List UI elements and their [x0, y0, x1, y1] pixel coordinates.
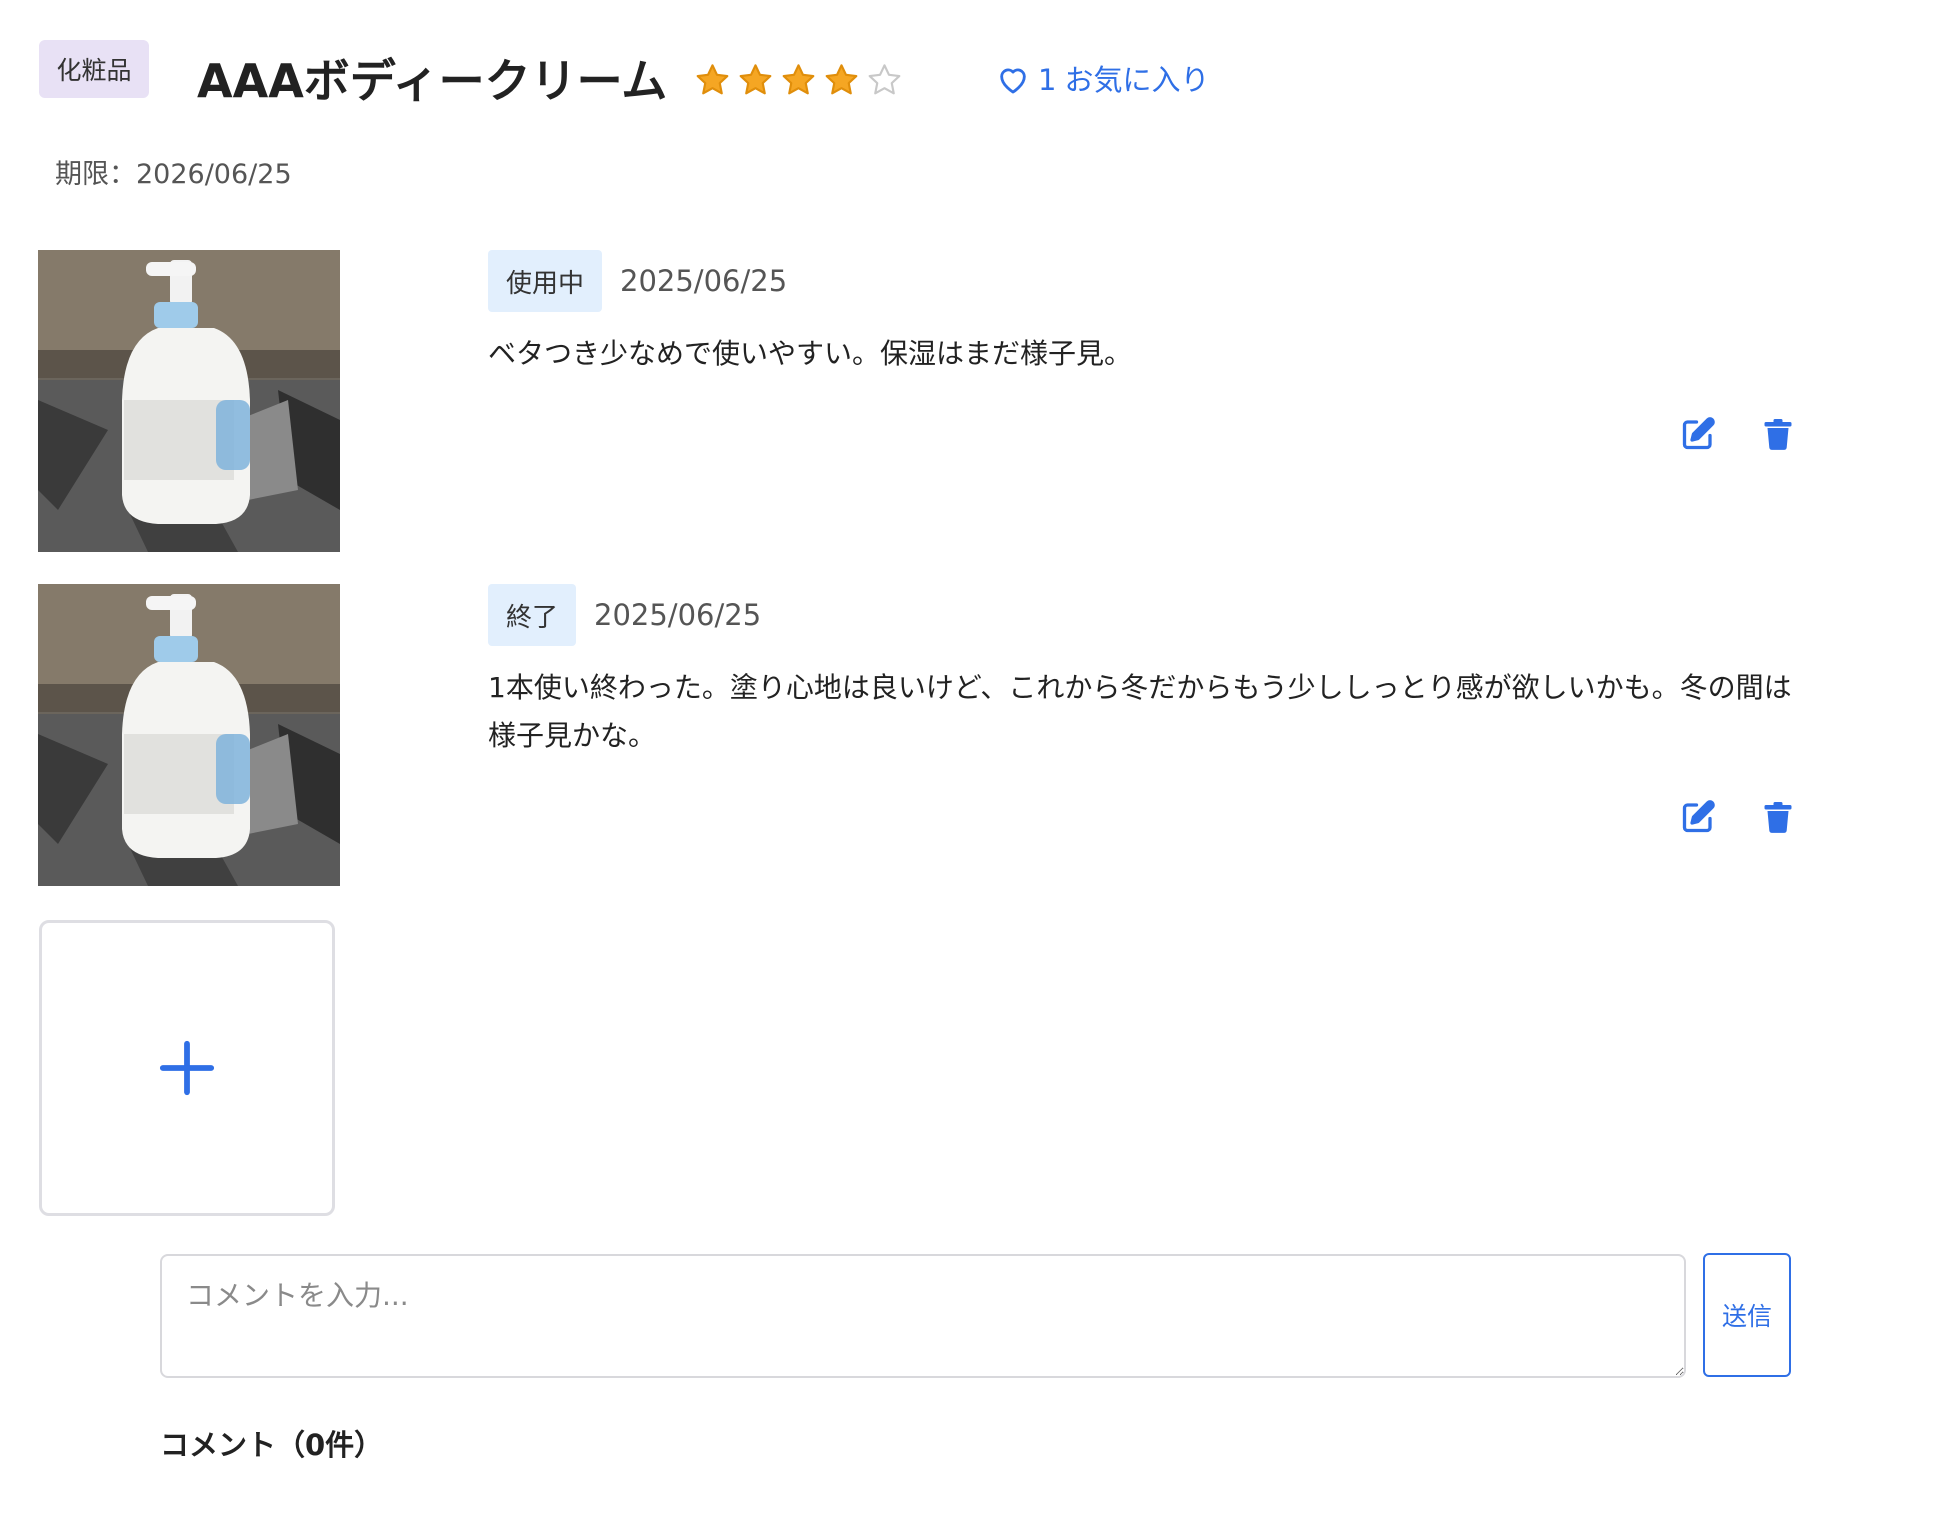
star-icon	[868, 64, 901, 95]
send-button[interactable]: 送信	[1703, 1253, 1791, 1377]
edit-button[interactable]	[1678, 797, 1718, 837]
add-entry-button[interactable]	[39, 920, 335, 1216]
entry-date: 2025/06/25	[594, 598, 762, 632]
trash-icon	[1764, 419, 1792, 450]
entry-photo[interactable]	[38, 250, 340, 552]
plus-icon	[159, 1040, 215, 1096]
edit-icon	[1682, 800, 1715, 833]
entry-photo[interactable]	[38, 584, 340, 886]
comments-heading: コメント（0件）	[160, 1428, 384, 1462]
product-title: AAAボディークリーム	[197, 54, 668, 108]
delete-button[interactable]	[1758, 797, 1798, 837]
star-icon	[825, 64, 858, 95]
heart-icon	[1000, 68, 1026, 94]
star-rating	[694, 62, 903, 99]
star-icon	[696, 64, 729, 95]
entry-text: ベタつき少なめで使いやすい。保湿はまだ様子見。	[488, 337, 1133, 370]
entry-text: 1本使い終わった。塗り心地は良いけど、これから冬だからもう少ししっとり感が欲しい…	[488, 671, 1792, 752]
expiry-date: 期限：2026/06/25	[55, 159, 292, 190]
edit-icon	[1682, 417, 1715, 450]
favorite-label: お気に入り	[1064, 63, 1210, 97]
status-badge: 使用中	[488, 250, 603, 312]
status-badge: 終了	[488, 584, 577, 646]
delete-button[interactable]	[1758, 414, 1798, 454]
entry-date: 2025/06/25	[620, 264, 788, 298]
product-detail-page: 化粧品 AAAボディークリーム 1 お気に入り 期限：2026/06/25 使用…	[0, 0, 1946, 1534]
bottle-photo	[38, 584, 340, 886]
comment-input[interactable]	[160, 1254, 1686, 1378]
edit-button[interactable]	[1678, 414, 1718, 454]
bottle-photo	[38, 250, 340, 552]
star-icon	[739, 64, 772, 95]
favorite-button[interactable]: 1 お気に入り	[996, 58, 1209, 102]
star-icon	[782, 64, 815, 95]
favorite-count: 1	[1038, 63, 1057, 97]
trash-icon	[1764, 802, 1792, 833]
category-badge: 化粧品	[39, 40, 149, 98]
